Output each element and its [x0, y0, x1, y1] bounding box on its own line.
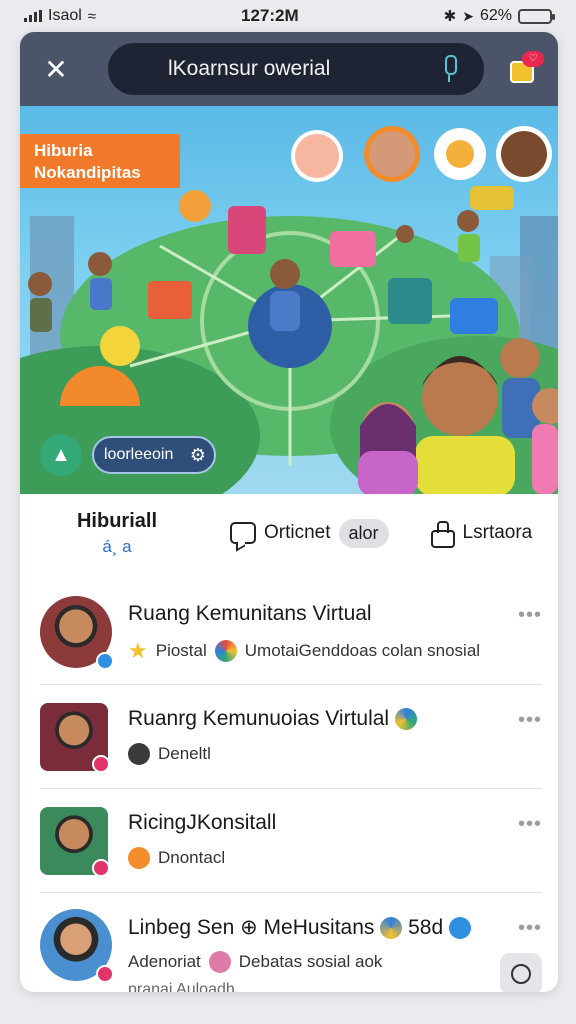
tab-hiburan-sub: á¸ a — [102, 536, 132, 556]
item-title: RicingJKonsitall — [128, 811, 277, 834]
more-options-icon[interactable]: ••• — [518, 917, 542, 940]
gear-icon: ⚙ — [189, 444, 206, 465]
status-left: Isaol ≈ — [24, 7, 96, 25]
circle-icon — [511, 964, 531, 984]
search-input[interactable]: lKoarnsur owerial — [108, 43, 484, 95]
item-title: Linbeg Sen ⊕ MeHusitans 58d — [128, 915, 471, 940]
hero-title-line1: Hiburia — [34, 141, 93, 160]
wifi-icon: ≈ — [87, 7, 97, 25]
chat-icon — [230, 522, 256, 544]
bell-icon[interactable]: ▲ — [40, 434, 82, 476]
item-sub-label: Deneltl — [158, 744, 211, 763]
globe-icon — [380, 917, 403, 940]
tab-orient-label: Orticnet — [264, 522, 331, 543]
list-item[interactable]: RicingJKonsitall Dnontacl ••• — [40, 788, 542, 892]
item-subtitle: Dnontacl — [128, 847, 225, 869]
colorful-icon — [214, 640, 237, 662]
hero-banner[interactable]: Hiburia Nokandipitas ▲ loorleeoin ⚙ — [20, 106, 558, 494]
user-badge-icon — [128, 743, 150, 765]
tab-hiburan[interactable]: Hiburiall á¸ a — [42, 510, 192, 557]
tab-orient[interactable]: Orticnet alor — [230, 518, 389, 548]
notification-badge: ♡ — [522, 51, 544, 67]
top-bar: ✕ lKoarnsur owerial ♡ — [20, 32, 558, 106]
battery-icon — [517, 8, 555, 24]
item-subtitle: ★ Piostal UmotaiGenddoas colan snosial — [128, 638, 480, 664]
globe-icon — [394, 708, 417, 731]
community-list: Ruang Kemunitans Virtual ★ Piostal Umota… — [20, 580, 558, 992]
more-options-icon[interactable]: ••• — [518, 604, 542, 627]
thumbs-up-icon — [429, 521, 455, 548]
avatar — [40, 703, 110, 773]
bluetooth-icon: ✱ — [443, 8, 457, 25]
item-sub-text: UmotaiGenddoas colan snosial — [244, 641, 481, 660]
item-sub-text: Debatas sosial aok — [238, 952, 383, 971]
item-title: Ruang Kemunitans Virtual — [128, 602, 372, 625]
item-sub-label: Piostal — [155, 641, 207, 660]
status-bar: Isaol ≈ 127:2M ✱ ➤ 62% — [0, 0, 576, 32]
edit-icon — [128, 847, 150, 869]
hero-title-banner: Hiburia Nokandipitas — [20, 134, 180, 188]
star-icon: ★ — [128, 638, 148, 663]
avatar — [40, 596, 114, 670]
signal-icon — [24, 10, 42, 22]
item-title-extra: 58d — [408, 916, 444, 939]
item-title: Ruanrg Kemunuoias Virtulal — [128, 707, 417, 731]
tab-bar: Hiburiall á¸ a Orticnet alor Lsrtaora — [20, 494, 558, 572]
tools-icon[interactable]: ✕ — [34, 47, 78, 91]
avatar — [40, 807, 110, 877]
compose-button[interactable] — [500, 953, 542, 992]
item-title-text: Ruanrg Kemunuoias Virtulal — [128, 707, 390, 730]
status-dot — [96, 652, 114, 670]
more-options-icon[interactable]: ••• — [518, 813, 542, 836]
notification-button[interactable]: ♡ — [504, 49, 544, 89]
avatar — [40, 909, 114, 983]
list-item[interactable]: Ruanrg Kemunuoias Virtulal Deneltl ••• — [40, 684, 542, 788]
status-dot — [96, 965, 114, 983]
item-sub-label: Dnontacl — [158, 848, 226, 867]
item-sub-label: Adenoriat — [128, 952, 201, 971]
app-card: ✕ lKoarnsur owerial ♡ Hiburia Nokandipit… — [20, 32, 558, 992]
hero-chip-button[interactable]: loorleeoin ⚙ — [92, 436, 216, 474]
search-text: lKoarnsur owerial — [168, 57, 331, 80]
location-icon: ➤ — [462, 7, 474, 24]
clock: 127:2M — [241, 6, 299, 25]
carrier-label: Isaol — [48, 7, 82, 24]
item-subtitle: Deneltl — [128, 743, 211, 765]
status-right: ✱ ➤ 62% — [443, 7, 555, 25]
status-dot — [92, 755, 110, 773]
tab-lastaora[interactable]: Lsrtaora — [429, 521, 533, 548]
battery-percent: 62% — [479, 7, 512, 24]
item-subtitle: Adenoriat Debatas sosial aok — [128, 951, 382, 973]
list-item[interactable]: Linbeg Sen ⊕ MeHusitans 58d Adenoriat De… — [40, 892, 542, 992]
tab-orient-pill: alor — [338, 518, 389, 548]
status-dot — [92, 859, 110, 877]
hero-title-line2: Nokandipitas — [34, 163, 141, 182]
mic-icon[interactable] — [438, 55, 460, 83]
info-icon — [448, 917, 471, 940]
user-badge-icon — [208, 951, 231, 973]
item-line3: pranai Auloadh — [128, 981, 235, 992]
tab-hiburan-label: Hiburiall — [76, 509, 157, 532]
list-item[interactable]: Ruang Kemunitans Virtual ★ Piostal Umota… — [40, 580, 542, 684]
more-options-icon[interactable]: ••• — [518, 709, 542, 732]
tab-lastaora-label: Lsrtaora — [462, 522, 533, 543]
item-title-text: Linbeg Sen ⊕ MeHusitans — [128, 916, 375, 939]
hero-chip-label: loorleeoin — [104, 446, 174, 463]
